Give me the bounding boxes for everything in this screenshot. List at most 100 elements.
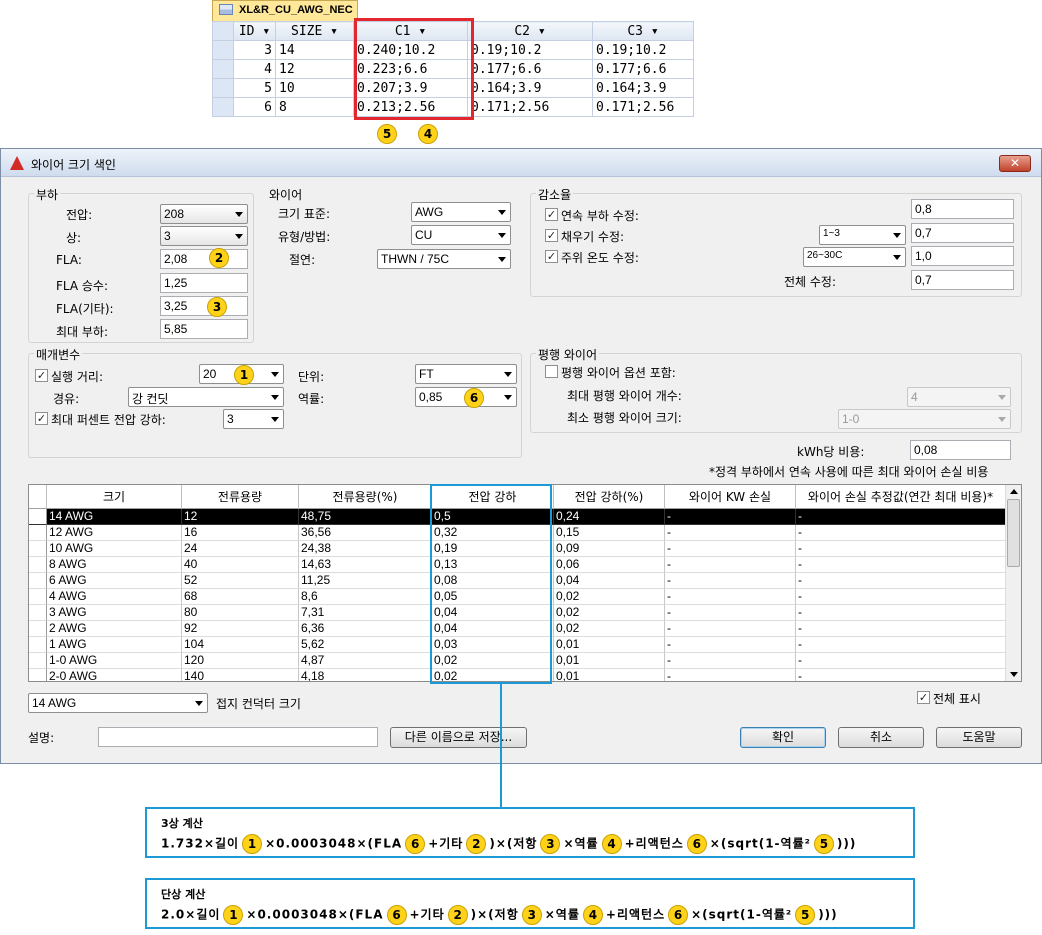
fla-field[interactable]: 2,08 — [160, 249, 248, 269]
unit-combo[interactable]: FT — [415, 364, 517, 384]
fill-label: 채우기 수정: — [561, 230, 625, 244]
cell-ampacity: 24 — [182, 541, 299, 557]
marker-1: 1 — [234, 365, 254, 385]
cell-voltage-drop-pct: 0,02 — [554, 605, 665, 621]
scroll-thumb[interactable] — [1007, 499, 1020, 567]
scroll-up-icon[interactable] — [1010, 489, 1018, 494]
cancel-button[interactable]: 취소 — [838, 727, 924, 748]
run-distance-checkbox[interactable]: ✓ — [35, 369, 48, 382]
phase-combo[interactable]: 3 — [160, 226, 248, 246]
show-all-checkbox[interactable]: ✓ — [917, 691, 930, 704]
cell-ampacity-pct: 5,62 — [299, 637, 432, 653]
cell-kw-loss: - — [665, 573, 796, 589]
fill-checkbox[interactable]: ✓ — [545, 229, 558, 242]
save-as-button[interactable]: 다른 이름으로 저장... — [390, 727, 527, 748]
col-size[interactable]: SIZE ▾ — [275, 21, 354, 41]
help-button[interactable]: 도움말 — [936, 727, 1022, 748]
description-label: 설명: — [28, 731, 55, 745]
col-c3[interactable]: C3 ▾ — [592, 21, 694, 41]
fill-field[interactable]: 0,7 — [911, 223, 1014, 243]
scroll-down-icon[interactable] — [1010, 672, 1018, 677]
grid-scrollbar[interactable] — [1005, 485, 1021, 681]
grid-header-ampacity-pct[interactable]: 전류용량(%) — [299, 485, 432, 509]
marker-2: 2 — [466, 834, 487, 854]
cell-voltage-drop-pct: 0,02 — [554, 589, 665, 605]
chevron-down-icon — [195, 701, 203, 706]
parallel-checkbox[interactable] — [545, 365, 558, 378]
chevron-down-icon — [498, 210, 506, 215]
temp-checkbox[interactable]: ✓ — [545, 250, 558, 263]
max-drop-combo[interactable]: 3 — [223, 409, 284, 429]
max-drop-checkbox[interactable]: ✓ — [35, 412, 48, 425]
continuous-checkbox[interactable]: ✓ — [545, 208, 558, 221]
ground-conductor-combo[interactable]: 14 AWG — [28, 693, 208, 713]
row-header[interactable] — [29, 669, 47, 681]
chevron-down-icon — [504, 372, 512, 377]
cell-ampacity: 104 — [182, 637, 299, 653]
col-c2[interactable]: C2 ▾ — [467, 21, 593, 41]
row-header[interactable] — [29, 525, 47, 541]
max-load-label: 최대 부하: — [56, 325, 109, 339]
cell-kw-loss: - — [665, 653, 796, 669]
voltage-combo[interactable]: 208 — [160, 204, 248, 224]
row-header[interactable] — [29, 621, 47, 637]
three-phase-title: 3상 계산 — [161, 817, 203, 830]
cell-size: 1 AWG — [47, 637, 182, 653]
grid-header-loss-cost[interactable]: 와이어 손실 추정값(연간 최대 비용)* — [796, 485, 1006, 509]
insulation-combo[interactable]: THWN / 75C — [377, 249, 511, 269]
row-header[interactable] — [29, 653, 47, 669]
cell-kw-loss: - — [665, 557, 796, 573]
type-method-combo[interactable]: CU — [411, 225, 511, 245]
row-header[interactable] — [29, 557, 47, 573]
cell-kw-loss: - — [665, 589, 796, 605]
row-header[interactable] — [29, 509, 47, 525]
row-header[interactable] — [29, 589, 47, 605]
fla-other-field[interactable]: 3,25 — [160, 296, 248, 316]
marker-2: 2 — [447, 905, 468, 925]
temp-field[interactable]: 1,0 — [911, 246, 1014, 266]
grid-header-kw-loss[interactable]: 와이어 KW 손실 — [665, 485, 796, 509]
ok-button[interactable]: 확인 — [740, 727, 826, 748]
size-standard-combo[interactable]: AWG — [411, 202, 511, 222]
fla-multiplier-label: FLA 승수: — [56, 279, 109, 293]
grid-header-ampacity[interactable]: 전류용량 — [182, 485, 299, 509]
continuous-label: 연속 부하 수정: — [561, 209, 639, 223]
temp-combo[interactable]: 26~30C — [803, 247, 906, 267]
description-field[interactable] — [98, 727, 378, 747]
grid-header-size[interactable]: 크기 — [47, 485, 182, 509]
max-load-field[interactable]: 5,85 — [160, 319, 248, 339]
max-parallel-combo[interactable]: 4 — [907, 387, 1011, 407]
table-tab[interactable]: XL&R_CU_AWG_NEC — [212, 0, 358, 21]
row-header[interactable] — [29, 637, 47, 653]
grid-header-voltage-drop-pct[interactable]: 전압 강하(%) — [554, 485, 665, 509]
cell-ampacity-pct: 36,56 — [299, 525, 432, 541]
cell-kw-loss: - — [665, 621, 796, 637]
continuous-field[interactable]: 0,8 — [911, 199, 1014, 219]
marker-6: 6 — [386, 905, 407, 925]
min-parallel-combo[interactable]: 1-0 — [838, 409, 1011, 429]
cell-ampacity-pct: 7,31 — [299, 605, 432, 621]
col-id[interactable]: ID ▾ — [233, 21, 276, 41]
fla-multiplier-field[interactable]: 1,25 — [160, 273, 248, 293]
run-distance-label: 실행 거리: — [51, 370, 104, 384]
temp-label: 주위 온도 수정: — [561, 251, 639, 265]
grid-corner — [29, 485, 47, 509]
row-header[interactable] — [29, 541, 47, 557]
kwh-cost-field[interactable]: 0,08 — [910, 440, 1011, 460]
cell-size: 14 AWG — [47, 509, 182, 525]
conduit-combo[interactable]: 강 컨딧 — [128, 387, 284, 407]
phase-label: 상: — [66, 231, 82, 245]
chevron-down-icon — [893, 255, 901, 260]
row-header[interactable] — [29, 605, 47, 621]
select-all-cell[interactable] — [212, 21, 234, 41]
chevron-down-icon — [498, 233, 506, 238]
cost-note: *정격 부하에서 연속 사용에 따른 최대 와이어 손실 비용 — [709, 465, 989, 479]
total-field[interactable]: 0,7 — [911, 270, 1014, 290]
cell-voltage-drop-pct: 0,02 — [554, 621, 665, 637]
min-parallel-label: 최소 평행 와이어 크기: — [567, 411, 682, 425]
fla-label: FLA: — [56, 253, 82, 267]
marker-5: 5 — [813, 834, 834, 854]
close-button[interactable]: ✕ — [999, 155, 1031, 172]
row-header[interactable] — [29, 573, 47, 589]
fill-combo[interactable]: 1~3 — [819, 225, 906, 245]
